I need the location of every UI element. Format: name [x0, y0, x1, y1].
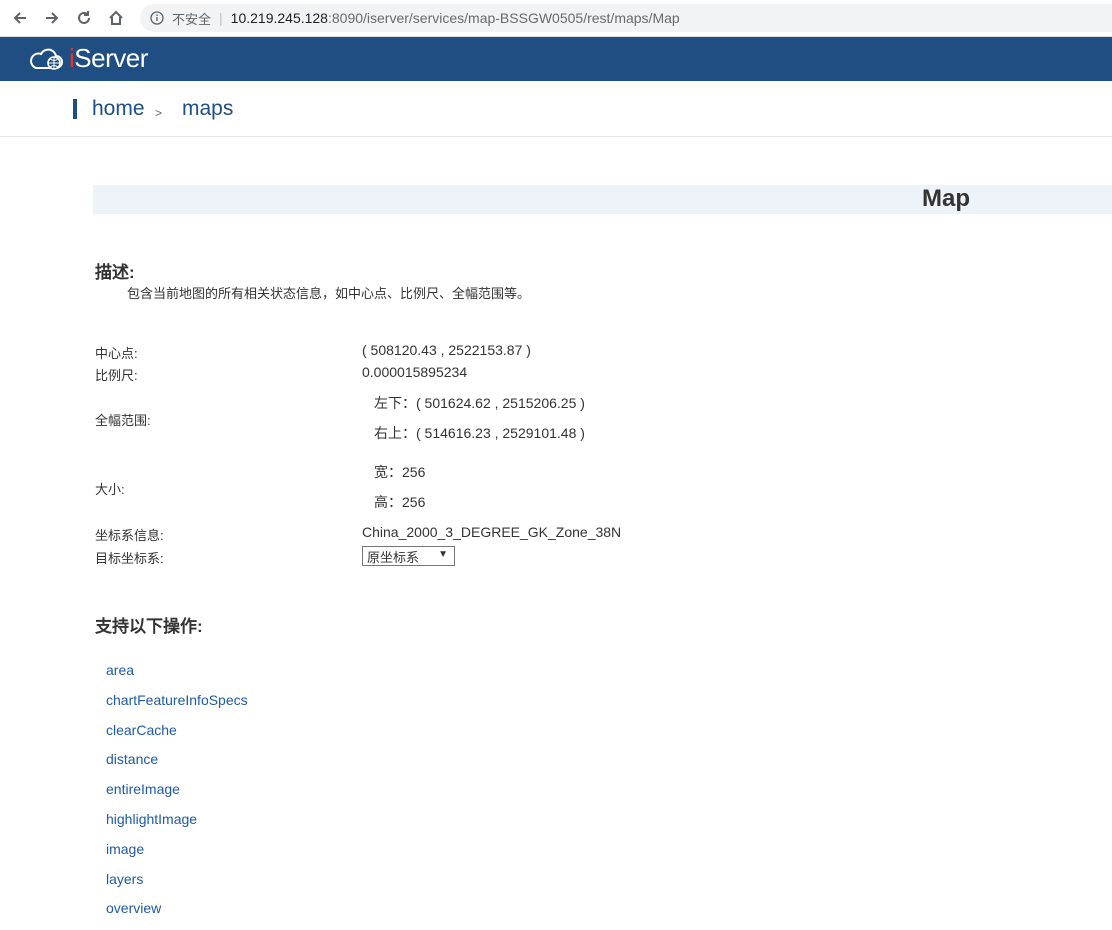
- operations-heading: 支持以下操作:: [95, 617, 203, 636]
- app-header: iServer: [0, 37, 1112, 81]
- target-crs-select[interactable]: 原坐标系 ▼: [362, 546, 455, 566]
- back-icon[interactable]: [8, 6, 32, 30]
- breadcrumb: home > maps: [0, 81, 1112, 137]
- target-crs-selected: 原坐标系: [367, 549, 420, 565]
- home-icon[interactable]: [104, 6, 128, 30]
- description-text: 包含当前地图的所有相关状态信息，如中心点、比例尺、全幅范围等。: [127, 286, 531, 301]
- address-bar[interactable]: 不安全 | 10.219.245.128:8090/iserver/servic…: [140, 4, 1112, 32]
- operation-link-clearcache[interactable]: clearCache: [106, 722, 177, 738]
- reload-icon[interactable]: [72, 6, 96, 30]
- operation-link-image[interactable]: image: [106, 841, 144, 857]
- insecure-label: 不安全: [172, 11, 212, 27]
- operation-link-overview[interactable]: overview: [106, 900, 161, 916]
- url-path: :8090/iserver/services/map-BSSGW0505/res…: [327, 10, 680, 26]
- breadcrumb-marker: [73, 99, 77, 119]
- breadcrumb-separator: >: [155, 106, 163, 120]
- info-icon[interactable]: [150, 11, 164, 25]
- target-crs-label: 目标坐标系:: [95, 551, 164, 566]
- operation-link-chartfeatureinfospecs[interactable]: chartFeatureInfoSpecs: [106, 692, 248, 708]
- cloud-globe-icon: [30, 48, 63, 70]
- scale-label: 比例尺:: [95, 368, 138, 383]
- bounds-lower-value: 左下：( 501624.62 , 2515206.25 ): [374, 395, 585, 411]
- bounds-label: 全幅范围:: [95, 413, 151, 428]
- browser-toolbar: 不安全 | 10.219.245.128:8090/iserver/servic…: [0, 0, 1112, 37]
- size-height-value: 高：256: [374, 494, 426, 510]
- dropdown-arrow-icon: ▼: [438, 549, 448, 560]
- breadcrumb-maps-link[interactable]: maps: [182, 97, 233, 121]
- operation-link-highlightimage[interactable]: highlightImage: [106, 811, 197, 827]
- logo-text: iServer: [69, 43, 148, 73]
- bounds-upper-value: 右上：( 514616.23 , 2529101.48 ): [374, 425, 585, 441]
- center-label: 中心点:: [95, 346, 138, 361]
- scale-value: 0.000015895234: [362, 364, 468, 380]
- description-heading: 描述:: [95, 263, 135, 282]
- operation-link-area[interactable]: area: [106, 662, 134, 678]
- url-host: 10.219.245.128: [230, 10, 328, 26]
- size-label: 大小:: [95, 482, 125, 497]
- forward-icon[interactable]: [40, 6, 64, 30]
- address-divider: |: [219, 10, 223, 26]
- size-width-value: 宽：256: [374, 464, 426, 480]
- iserver-logo[interactable]: iServer: [27, 43, 148, 74]
- page-title: Map: [922, 185, 970, 212]
- operation-link-entireimage[interactable]: entireImage: [106, 781, 180, 797]
- crs-value: China_2000_3_DEGREE_GK_Zone_38N: [362, 524, 622, 540]
- operation-link-layers[interactable]: layers: [106, 871, 143, 887]
- breadcrumb-home-link[interactable]: home: [92, 97, 145, 121]
- operation-link-distance[interactable]: distance: [106, 751, 158, 767]
- crs-label: 坐标系信息:: [95, 528, 164, 543]
- center-value: ( 508120.43 , 2522153.87 ): [362, 342, 531, 358]
